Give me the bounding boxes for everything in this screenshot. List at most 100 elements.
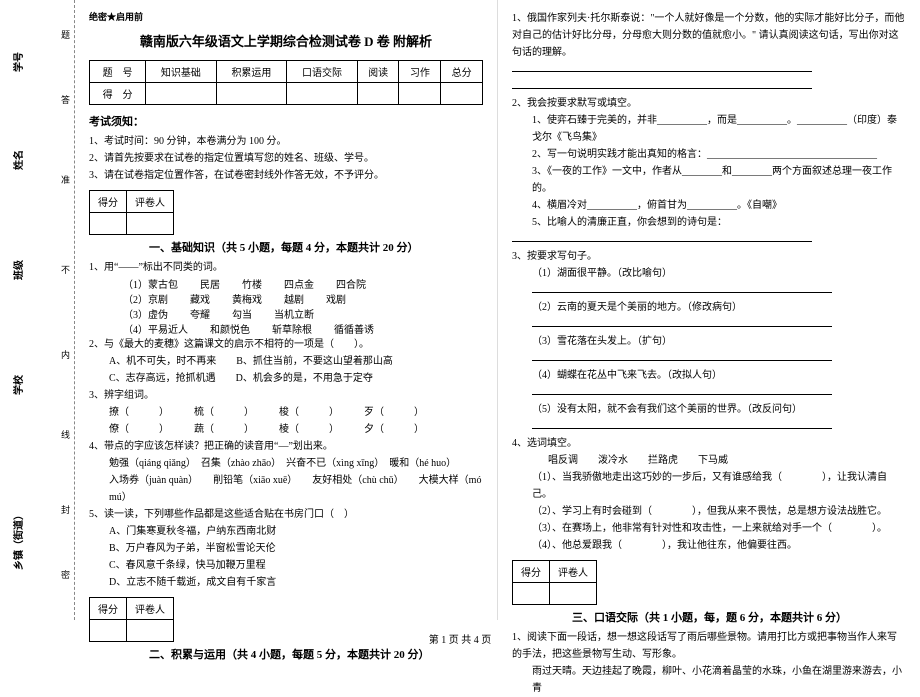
left-column: 绝密★启用前 赣南版六年级语文上学期综合检测试卷 D 卷 附解析 题 号 知识基…	[75, 0, 498, 620]
q4-line: 勉强（qiáng qiǎng） 召集（zhào zhāo） 兴奋不已（xìng …	[89, 455, 483, 472]
score-header: 习作	[399, 61, 441, 83]
s2-q4-item: （1）、当我骄傲地走出这巧妙的一步后，又有谁感给我（ ），让我认清自己。	[512, 469, 906, 503]
score-header: 知识基础	[146, 61, 217, 83]
answer-line[interactable]	[512, 282, 906, 299]
section-2-title: 二、积累与运用（共 4 小题，每题 5 分，本题共计 20 分）	[149, 646, 483, 662]
grader-name-label: 评卷人	[127, 191, 174, 213]
s2-q4: 4、选词填空。	[512, 435, 906, 452]
score-header: 总分	[441, 61, 483, 83]
margin-label-name: 姓名	[10, 150, 25, 170]
s2-q4-item: （4）、他总爱跟我（ ），我让他往东，他偏要往西。	[512, 537, 906, 554]
section-3-title: 三、口语交际（共 1 小题，每，题 6 分，本题共计 6 分）	[572, 609, 906, 625]
hint-5: 线	[59, 430, 72, 439]
margin-label-school: 学校	[10, 375, 25, 395]
q5-opt: A、门集寒夏秋冬福，户纳东西南北财	[89, 523, 483, 540]
s2-q2-item: 3、《一夜的工作》一文中，作者从________和________两个方面叙述总…	[512, 163, 906, 197]
s2-q2: 2、我会按要求默写或填空。	[512, 95, 906, 112]
notice-item: 1、考试时间：90 分钟，本卷满分为 100 分。	[89, 133, 483, 150]
margin-label-town: 乡镇（街道）	[10, 510, 25, 570]
s2-q3-item: （2）云南的夏天是个美丽的地方。（修改病句）	[512, 299, 906, 316]
grader-name-label: 评卷人	[127, 598, 174, 620]
s2-q2-item: 5、比喻人的清廉正直，你会想到的诗句是：	[512, 214, 906, 231]
s2-q3: 3、按要求写句子。	[512, 248, 906, 265]
grader-table: 得分评卷人	[512, 560, 597, 605]
s2-q2-item: 1、使弈石臻于完美的，并非__________，而是__________。___…	[512, 112, 906, 146]
s3-q1-para: 雨过天晴。天边挂起了晚霞，柳叶、小花滴着晶莹的水珠，小鱼在湖里游来游去，小青	[512, 663, 906, 697]
answer-line[interactable]	[512, 350, 906, 367]
content-area: 绝密★启用前 赣南版六年级语文上学期综合检测试卷 D 卷 附解析 题 号 知识基…	[75, 0, 920, 620]
s2-q1: 1、俄国作家列夫·托尔斯泰说："一个人就好像是一个分数，他的实际才能好比分子，而…	[512, 10, 906, 61]
notice-item: 3、请在试卷指定位置作答，在试卷密封线外作答无效，不予评分。	[89, 167, 483, 184]
paper-title: 赣南版六年级语文上学期综合检测试卷 D 卷 附解析	[89, 31, 483, 50]
q2: 2、与《最大的麦穗》这篇课文的启示不相符的一项是（ ）。	[89, 336, 483, 353]
binding-margin: 学号 姓名 班级 学校 乡镇（街道） 题 答 准 不 内 线 封 密	[0, 0, 75, 620]
s2-q3-item: （3）雪花落在头发上。（扩句）	[512, 333, 906, 350]
answer-line[interactable]	[512, 61, 906, 78]
q5-opt: D、立志不随千载逝，成文自有千家言	[89, 574, 483, 591]
q3: 3、辨字组词。	[89, 387, 483, 404]
s2-q3-item: （5）没有太阳，就不会有我们这个美丽的世界。（改反问句）	[512, 401, 906, 418]
student-info-labels: 学号 姓名 班级 学校 乡镇（街道）	[8, 0, 68, 620]
s2-q4-item: （3）、在赛场上，他非常有针对性和攻击性，一上来就给对手一个（ ）。	[512, 520, 906, 537]
score-cell[interactable]	[399, 83, 441, 105]
score-table: 题 号 知识基础 积累运用 口语交际 阅读 习作 总分 得 分	[89, 60, 483, 105]
q1-row: （4）平易近人和颜悦色斩草除根循循善诱	[89, 321, 483, 336]
q2-opt: C、志存高远，抢抓机遇 D、机会多的是，不用急于定夺	[89, 370, 483, 387]
page-footer: 第 1 页 共 4 页	[0, 631, 920, 646]
grader-cell[interactable]	[550, 583, 597, 605]
q1-row: （3）虚伪夸耀勾当当机立断	[89, 306, 483, 321]
answer-line[interactable]	[512, 78, 906, 95]
q5-opt: B、万户春风为子弟，半窗松雪论天伦	[89, 540, 483, 557]
score-header: 阅读	[357, 61, 399, 83]
q4: 4、带点的字应该怎样读？把正确的读音用“—”划出来。	[89, 438, 483, 455]
score-cell[interactable]	[146, 83, 217, 105]
grader-cell[interactable]	[127, 213, 174, 235]
notice-item: 2、请首先按要求在试卷的指定位置填写您的姓名、班级、学号。	[89, 150, 483, 167]
s2-q2-item: 2、写一句说明实践才能出真知的格言：______________________…	[512, 146, 906, 163]
q4-line: 入场券（juàn quàn） 削铅笔（xiāo xuē） 友好相处（chù ch…	[89, 472, 483, 506]
q5: 5、读一读，下列哪些作品都是这些适合贴在书房门口（ ）	[89, 506, 483, 523]
grader-cell[interactable]	[90, 213, 127, 235]
answer-line[interactable]	[512, 231, 906, 248]
exam-page: 学号 姓名 班级 学校 乡镇（街道） 题 答 准 不 内 线 封 密 绝密★启用…	[0, 0, 920, 620]
q2-opt: A、机不可失，时不再来 B、抓住当前，不要这山望着那山高	[89, 353, 483, 370]
score-header: 题 号	[90, 61, 146, 83]
grader-score-label: 得分	[513, 561, 550, 583]
q3-row: 僚（ ） 蔬（ ） 棱（ ） 夕（ ）	[89, 421, 483, 438]
s2-q4-item: （2）、学习上有时会碰到（ ），但我从来不畏怯，总是想方设法战胜它。	[512, 503, 906, 520]
score-cell[interactable]	[216, 83, 287, 105]
grader-cell[interactable]	[513, 583, 550, 605]
hint-7: 密	[59, 570, 72, 579]
margin-label-id: 学号	[10, 52, 25, 72]
q5-opt: C、春风意千条绿，快马加鞭万里程	[89, 557, 483, 574]
hint-1: 答	[59, 95, 72, 104]
section-1-title: 一、基础知识（共 5 小题，每题 4 分，本题共计 20 分）	[149, 239, 483, 255]
margin-label-class: 班级	[10, 260, 25, 280]
answer-line[interactable]	[512, 418, 906, 435]
score-cell[interactable]	[287, 83, 358, 105]
hint-2: 准	[59, 175, 72, 184]
s2-q3-item: （1）湖面很平静。（改比喻句）	[512, 265, 906, 282]
q1-row: （2）京剧藏戏黄梅戏越剧戏剧	[89, 291, 483, 306]
notice-heading: 考试须知：	[89, 113, 483, 129]
score-cell: 得 分	[90, 83, 146, 105]
answer-line[interactable]	[512, 384, 906, 401]
score-cell[interactable]	[357, 83, 399, 105]
score-cell[interactable]	[441, 83, 483, 105]
right-column: 1、俄国作家列夫·托尔斯泰说："一个人就好像是一个分数，他的实际才能好比分子，而…	[498, 0, 920, 620]
q1-row: （1）蒙古包民居竹楼四点金四合院	[89, 276, 483, 291]
s2-q2-item: 4、横眉冷对__________，俯首甘为__________。《自嘲》	[512, 197, 906, 214]
score-header: 口语交际	[287, 61, 358, 83]
secrecy-mark: 绝密★启用前	[89, 10, 483, 23]
table-row: 题 号 知识基础 积累运用 口语交际 阅读 习作 总分	[90, 61, 483, 83]
table-row: 得 分	[90, 83, 483, 105]
grader-score-label: 得分	[90, 598, 127, 620]
hint-6: 封	[59, 505, 72, 514]
s2-q4-words: 唱反调 泼冷水 拦路虎 下马威	[512, 452, 906, 469]
hint-3: 不	[59, 265, 72, 274]
hint-4: 内	[59, 350, 72, 359]
answer-line[interactable]	[512, 316, 906, 333]
grader-table: 得分评卷人	[89, 190, 174, 235]
grader-name-label: 评卷人	[550, 561, 597, 583]
grader-score-label: 得分	[90, 191, 127, 213]
